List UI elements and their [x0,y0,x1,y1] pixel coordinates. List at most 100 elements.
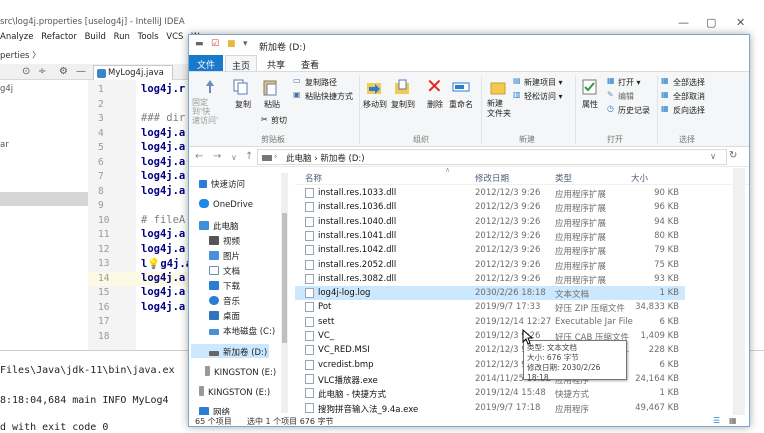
console-line: 8:18:04,684 main INFO MyLog4 [0,395,169,406]
file-type: 快捷方式 [555,390,590,401]
code-line[interactable]: log4j.a [141,127,185,139]
file-row[interactable]: Pot 2019/9/7 17:33 好压 ZIP 压缩文件 34,833 KB [295,300,685,314]
nav-desktop[interactable]: 桌面 [209,310,240,322]
code-line[interactable]: log4j.a [141,272,185,284]
file-size: 49,467 KB [635,402,679,413]
address-this-pc[interactable]: 此电脑 [286,154,312,164]
code-line[interactable]: l💡g4j.a [141,257,192,270]
code-line[interactable]: log4j.a [141,243,185,255]
file-row[interactable]: install.res.2052.dll 2012/12/3 9:26 应用程序扩展… [295,258,685,272]
file-row[interactable]: install.res.1033.dll 2012/12/3 9:26 应用程序扩展… [295,186,685,200]
file-name: install.res.1033.dll [318,188,397,198]
properties-quick-icon[interactable]: ☑ [211,39,219,49]
menu-refactor[interactable]: Refactor [41,32,77,42]
gear-icon[interactable]: ⚙ [59,66,68,77]
tab-home[interactable]: 主页 [225,55,257,72]
nav-scroll-thumb[interactable] [282,213,287,343]
code-comment[interactable]: ### dir [141,112,185,124]
column-header-size[interactable]: 大小 [631,172,648,184]
up-icon[interactable]: ↑ [245,151,253,162]
breadcrumb[interactable]: perties 〉 [0,49,41,61]
recent-dropdown-icon[interactable]: ∨ [231,153,237,162]
file-row[interactable]: install.res.1036.dll 2012/12/3 9:26 应用程序扩展… [295,200,685,214]
refresh-icon[interactable]: ↻ [729,150,749,164]
nav-label: 快速访问 [211,180,246,190]
mouse-cursor-icon [522,329,534,345]
nav-kingston-e-root[interactable]: KINGSTON (E:) [199,386,270,398]
menu-run[interactable]: Run [114,32,130,42]
tab-mylog4j[interactable]: MyLog4j.java [93,65,173,80]
minimize-icon[interactable]: — [678,16,689,29]
folder-quick-icon[interactable]: ■ [227,39,236,49]
tab-file[interactable]: 文件 [189,55,223,71]
address-dropdown-icon[interactable]: ∨ [710,152,716,162]
address-bar[interactable]: › 此电脑 › 新加卷 (D:) ∨ [257,149,727,165]
nav-label: 文档 [223,267,241,277]
large-icons-view-icon[interactable]: ▦ [729,416,737,425]
file-row[interactable]: log4j-log.log 2030/2/26 18:18 文本文档 1 KB [295,286,685,301]
code-line[interactable]: log4j.a [141,301,185,313]
system-menu-icon[interactable]: ▬ [195,39,204,49]
nav-kingston-e[interactable]: KINGSTON (E:) [205,366,276,378]
delete-icon: ✕ [426,74,443,98]
nav-onedrive[interactable]: OneDrive [199,199,253,210]
code-line[interactable]: log4j.a [141,141,185,153]
file-row[interactable]: sett 2019/12/14 12:27 Executable Jar File 6… [295,315,685,329]
nav-drive-d[interactable]: 新加卷 (D:) [209,346,267,358]
nav-scrollbar[interactable] [281,173,288,413]
file-list-scrollbar[interactable] [733,168,745,415]
column-header-date[interactable]: 修改日期 [475,172,509,184]
address-chevron[interactable]: › [274,152,277,162]
menu-analyze[interactable]: Analyze [0,32,34,42]
file-row[interactable]: install.res.1040.dll 2012/12/3 9:26 应用程序扩展… [295,215,685,229]
code-line[interactable]: log4j.a [141,170,185,182]
code-line[interactable]: log4j.a [141,286,185,298]
nav-documents[interactable]: 文档 [209,265,240,277]
column-header-name[interactable]: 名称 [305,172,322,184]
bulb-icon[interactable]: 💡 [147,258,160,270]
details-view-icon[interactable]: ☰ [713,416,720,425]
file-row[interactable]: install.res.1041.dll 2012/12/3 9:26 应用程序扩展… [295,229,685,243]
back-icon[interactable]: ← [195,151,203,162]
file-row[interactable]: 搜狗拼音输入法_9.4a.exe 2019/9/7 17:18 应用程序 49,467… [295,401,685,415]
nav-music[interactable]: 音乐 [209,295,240,307]
quick-access-dropdown-icon[interactable]: ▾ [243,39,248,49]
menu-build[interactable]: Build [85,32,106,42]
file-type: 文本文档 [555,290,590,301]
target-icon[interactable]: ⊙ [22,66,30,77]
column-header-type[interactable]: 类型 [555,172,572,184]
nav-quick-access[interactable]: 快速访问 [199,178,245,190]
nav-pictures[interactable]: 图片 [209,250,240,262]
tree-item[interactable]: ar [0,140,9,150]
nav-local-disk-c[interactable]: 本地磁盘 (C:) [209,325,275,337]
code-line[interactable]: log4j.r [141,83,185,95]
ide-menu-bar: Analyze Refactor Build Run Tools VCS W [0,32,200,46]
file-name: log4j-log.log [318,288,371,299]
tab-view[interactable]: 查看 [295,55,325,71]
nav-downloads[interactable]: 下载 [209,280,240,292]
code-line[interactable]: log4j.a [141,156,185,168]
forward-icon[interactable]: → [213,151,221,162]
collapse-icon[interactable]: ÷ [38,66,46,77]
nav-videos[interactable]: 视频 [209,235,240,247]
desktop-icon [209,311,219,320]
nav-this-pc[interactable]: 此电脑 [199,220,239,232]
tab-share[interactable]: 共享 [261,55,291,71]
close-icon[interactable]: ✕ [736,16,745,29]
file-row[interactable]: install.res.3082.dll 2012/12/3 9:26 应用程序扩展… [295,272,685,286]
hide-icon[interactable]: — [76,66,86,77]
code-line[interactable]: log4j.a [141,228,185,240]
file-name: 此电脑 - 快捷方式 [318,390,386,401]
file-row[interactable]: 此电脑 - 快捷方式 2019/12/4 15:48 快捷方式 1 KB [295,386,685,400]
address-separator[interactable]: › [314,154,317,164]
file-row[interactable]: install.res.1042.dll 2012/12/3 9:26 应用程序扩展… [295,243,685,257]
code-comment[interactable]: # fileA [141,214,185,226]
tree-item[interactable]: g4j [0,84,13,94]
file-name: vcredist.bmp [318,359,374,370]
address-drive[interactable]: 新加卷 (D:) [320,154,364,164]
menu-tools[interactable]: Tools [138,32,159,42]
rename-icon [452,82,470,92]
maximize-icon[interactable]: ▢ [706,16,716,29]
code-line[interactable]: log4j.a [141,185,185,197]
menu-vcs[interactable]: VCS [166,32,183,42]
